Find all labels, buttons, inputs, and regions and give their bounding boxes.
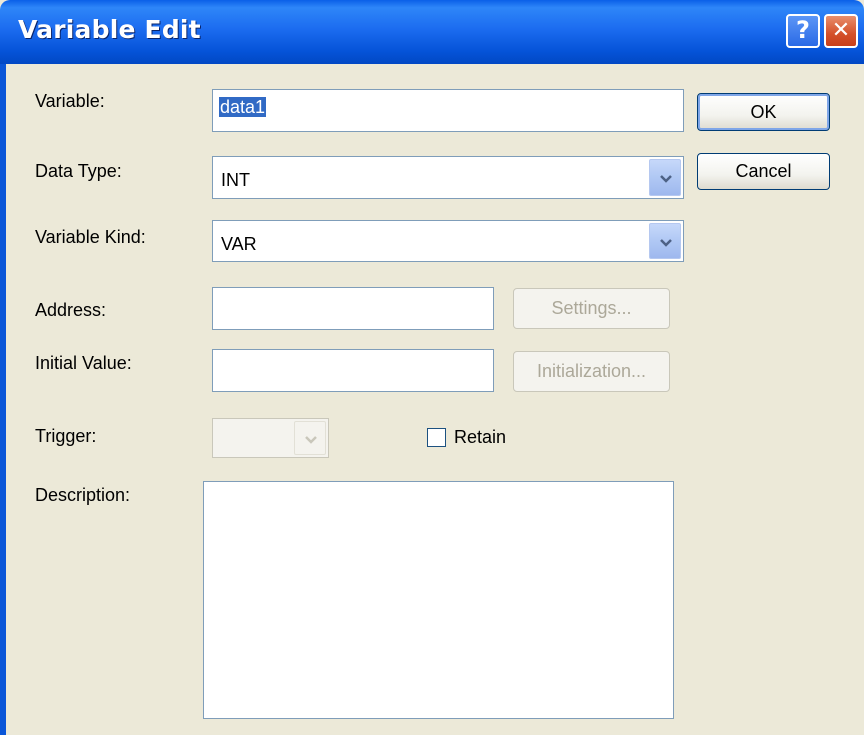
- data-type-select[interactable]: INT: [212, 156, 684, 199]
- variable-kind-selected: VAR: [221, 234, 257, 254]
- description-label: Description:: [35, 485, 131, 505]
- title-bar[interactable]: Variable Edit ? ✕: [0, 0, 864, 64]
- settings-button[interactable]: Settings...: [513, 288, 670, 329]
- variable-input[interactable]: data1: [212, 89, 684, 132]
- trigger-select[interactable]: [212, 418, 329, 458]
- variable-label: Variable:: [35, 91, 105, 111]
- cancel-button[interactable]: Cancel: [697, 153, 830, 190]
- description-textarea[interactable]: [203, 481, 674, 719]
- variable-input-value: data1: [219, 97, 267, 117]
- variable-kind-select[interactable]: VAR: [212, 220, 684, 262]
- variable-kind-label: Variable Kind:: [35, 227, 146, 247]
- dialog-title: Variable Edit: [18, 15, 201, 44]
- initialization-button[interactable]: Initialization...: [513, 351, 670, 392]
- initial-value-label: Initial Value:: [35, 353, 132, 373]
- data-type-selected: INT: [221, 170, 250, 190]
- variable-edit-dialog: Variable Edit ? ✕ Variable: data1 OK Can…: [0, 0, 864, 735]
- ok-button-label: OK: [750, 102, 777, 122]
- initialization-button-label: Initialization...: [536, 361, 647, 381]
- initial-value-input[interactable]: [212, 349, 494, 392]
- help-icon[interactable]: ?: [786, 14, 820, 48]
- address-label: Address:: [35, 300, 107, 320]
- data-type-label: Data Type:: [35, 161, 122, 181]
- chevron-down-icon[interactable]: [649, 223, 681, 259]
- ok-button[interactable]: OK: [697, 93, 830, 131]
- cancel-button-label: Cancel: [735, 161, 792, 181]
- window-frame-left: [0, 64, 6, 735]
- chevron-down-icon[interactable]: [294, 421, 326, 455]
- chevron-down-icon[interactable]: [649, 159, 681, 196]
- settings-button-label: Settings...: [551, 298, 632, 318]
- close-icon[interactable]: ✕: [824, 14, 858, 48]
- trigger-label: Trigger:: [35, 426, 97, 446]
- retain-label[interactable]: Retain: [454, 427, 506, 448]
- address-input[interactable]: [212, 287, 494, 330]
- retain-checkbox[interactable]: [427, 428, 446, 447]
